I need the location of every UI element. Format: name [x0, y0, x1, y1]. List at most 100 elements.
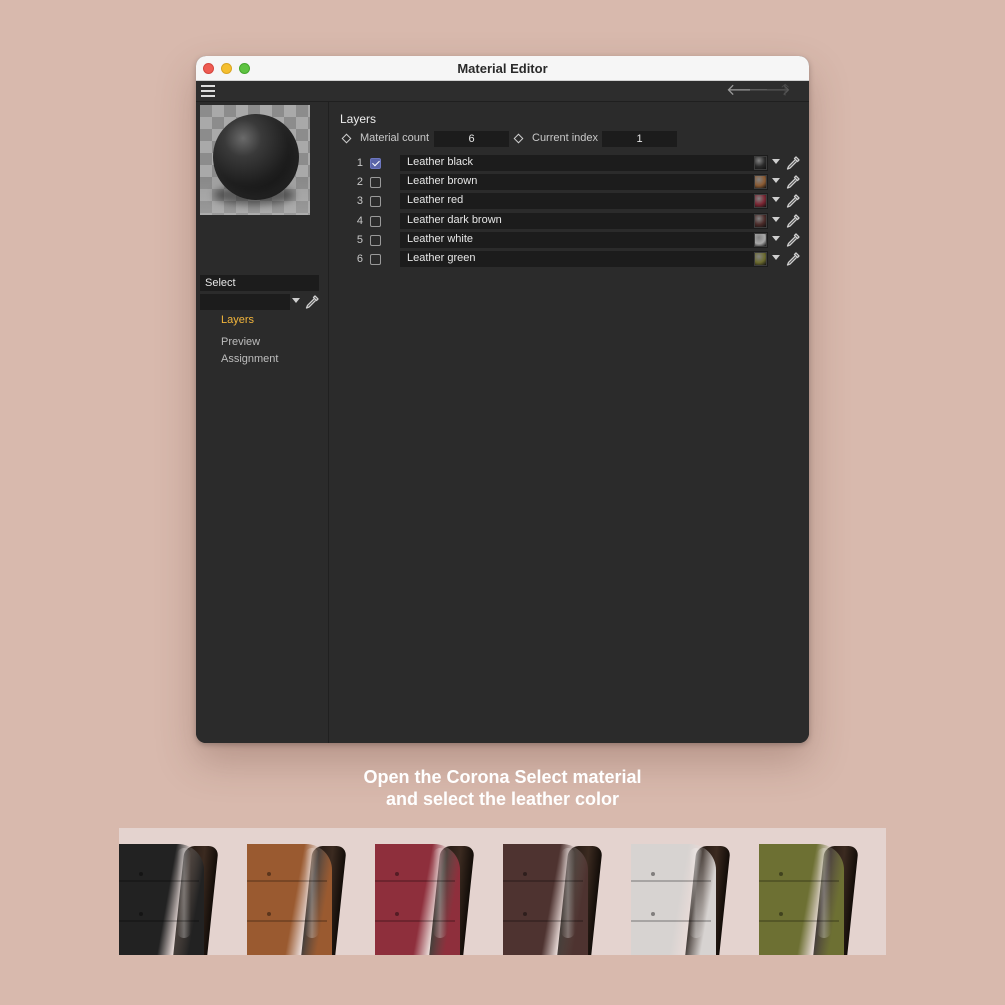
layers-panel: Layers Material count 6 Current index 1 …	[330, 102, 809, 743]
leather-color-strip	[119, 828, 886, 955]
layer-row: 4 Leather dark brown	[330, 212, 809, 232]
tuft-button	[651, 872, 655, 876]
material-name-field[interactable]: Select	[200, 275, 319, 291]
layer-material-field[interactable]: Leather dark brown	[400, 212, 768, 229]
layer-index: 4	[356, 214, 363, 227]
layer-row: 6 Leather green	[330, 251, 809, 270]
toolbar: 🡐 🡒 🡑	[196, 81, 809, 102]
chair-highlight	[305, 848, 319, 938]
chair-cushion	[375, 844, 460, 955]
title-bar: Material Editor	[196, 56, 809, 81]
chair-cushion	[503, 844, 588, 955]
material-dropdown[interactable]	[200, 294, 290, 310]
chair-highlight	[177, 848, 191, 938]
cushion-seam	[375, 880, 455, 882]
layer-material-name: Leather green	[407, 252, 476, 264]
eyedropper-icon[interactable]	[785, 155, 801, 171]
leather-chair-sample	[631, 828, 759, 955]
eyedropper-icon[interactable]	[785, 174, 801, 190]
dropdown-arrow-icon[interactable]	[772, 197, 780, 203]
tuft-button	[779, 872, 783, 876]
layer-material-field[interactable]: Leather red	[400, 193, 768, 210]
dropdown-arrow-icon[interactable]	[772, 235, 780, 242]
current-index-keyframe-icon[interactable]	[513, 133, 524, 144]
tuft-button	[267, 912, 271, 916]
layer-checkbox[interactable]	[370, 177, 381, 189]
eyedropper-icon[interactable]	[785, 232, 801, 248]
dropdown-arrow-icon[interactable]	[772, 255, 780, 261]
tuft-button	[395, 912, 399, 916]
nav-assignment[interactable]: Assignment	[221, 353, 278, 365]
leather-chair-sample	[119, 828, 247, 955]
tuft-button	[267, 872, 271, 876]
leather-chair-sample	[503, 828, 631, 955]
chair-highlight	[433, 848, 447, 938]
tuft-button	[523, 912, 527, 916]
eyedropper-icon[interactable]	[785, 193, 801, 209]
layer-material-field[interactable]: Leather brown	[400, 174, 768, 191]
cushion-seam	[119, 880, 199, 882]
tuft-button	[523, 872, 527, 876]
cushion-seam	[759, 920, 839, 922]
cushion-seam	[119, 920, 199, 922]
cushion-seam	[375, 920, 455, 922]
layer-material-name: Leather black	[407, 156, 474, 168]
layer-checkbox[interactable]	[370, 254, 381, 265]
layer-checkbox[interactable]	[370, 234, 381, 246]
layer-material-field[interactable]: Leather green	[400, 251, 768, 267]
leather-chair-sample	[375, 828, 503, 955]
layer-checkbox[interactable]	[370, 158, 381, 169]
material-count-label: Material count	[360, 132, 430, 144]
dropdown-arrow-icon[interactable]	[772, 216, 780, 223]
chair-cushion	[759, 844, 844, 955]
layer-index: 3	[356, 195, 363, 208]
layer-material-field[interactable]: Leather black	[400, 155, 768, 171]
chair-cushion	[631, 844, 716, 955]
cushion-seam	[631, 920, 711, 922]
arrow-up-icon[interactable]: 🡑	[781, 82, 789, 100]
material-editor-window: Material Editor 🡐 🡒 🡑 Select Layers Prev…	[196, 56, 809, 743]
tuft-button	[395, 872, 399, 876]
material-swatch	[754, 175, 767, 190]
cushion-seam	[247, 880, 327, 882]
leather-chair-sample	[247, 828, 375, 955]
tuft-button	[651, 912, 655, 916]
current-index-field[interactable]: 1	[602, 131, 677, 147]
chair-cushion	[247, 844, 332, 955]
tuft-button	[779, 912, 783, 916]
window-title: Material Editor	[457, 61, 548, 76]
layer-material-field[interactable]: Leather white	[400, 231, 768, 248]
material-swatch	[754, 213, 767, 228]
cushion-seam	[247, 920, 327, 922]
layer-index: 2	[356, 176, 363, 189]
leather-chair-sample	[759, 828, 886, 955]
material-count-keyframe-icon[interactable]	[341, 133, 352, 144]
eyedropper-icon[interactable]	[304, 294, 320, 310]
chair-highlight	[689, 848, 703, 938]
nav-preview[interactable]: Preview	[221, 336, 260, 348]
layer-material-name: Leather brown	[407, 175, 478, 188]
preview-sphere	[213, 114, 299, 200]
dropdown-arrow-icon[interactable]	[772, 178, 780, 184]
material-swatch	[754, 232, 767, 247]
dropdown-arrow-icon[interactable]	[772, 159, 780, 165]
layer-row: 5 Leather white	[330, 231, 809, 251]
material-count-field[interactable]: 6	[434, 131, 509, 147]
nav-layers[interactable]: Layers	[221, 314, 254, 326]
cushion-seam	[503, 880, 583, 882]
eyedropper-icon[interactable]	[785, 251, 801, 267]
tuft-button	[139, 872, 143, 876]
dropdown-arrow-icon[interactable]	[292, 298, 300, 304]
material-swatch	[754, 156, 767, 170]
layer-row: 3 Leather red	[330, 193, 809, 212]
current-index-label: Current index	[532, 132, 599, 144]
layer-index: 1	[356, 157, 363, 169]
hamburger-menu-icon[interactable]	[201, 85, 215, 98]
layer-checkbox[interactable]	[370, 215, 381, 227]
layer-row: 1 Leather black	[330, 155, 809, 174]
layer-checkbox[interactable]	[370, 196, 381, 208]
material-swatch	[754, 252, 767, 266]
layer-row: 2 Leather brown	[330, 174, 809, 193]
caption-line-2: and select the leather color	[385, 789, 620, 809]
eyedropper-icon[interactable]	[785, 213, 801, 229]
